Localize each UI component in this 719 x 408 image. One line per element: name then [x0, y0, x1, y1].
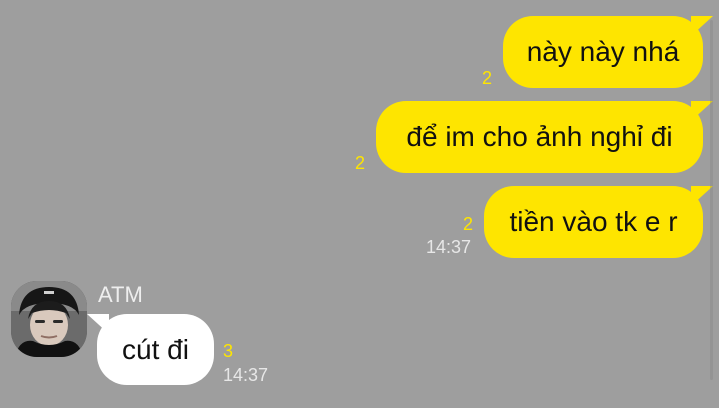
sender-name: ATM	[98, 282, 143, 307]
user-avatar-photo-icon	[11, 281, 87, 357]
chat-message-list[interactable]: này này nhá 2 để im cho ảnh nghỉ đi 2 ti…	[0, 0, 719, 408]
outgoing-message-bubble[interactable]: để im cho ảnh nghỉ đi	[376, 101, 703, 173]
message-timestamp: 14:37	[223, 365, 269, 385]
outgoing-message-bubble[interactable]: tiền vào tk e r	[484, 186, 703, 258]
unread-count: 2	[355, 153, 366, 173]
outgoing-message-bubble[interactable]: này này nhá	[503, 16, 703, 88]
message-text: để im cho ảnh nghỉ đi	[406, 121, 673, 152]
unread-count: 3	[223, 341, 234, 361]
unread-count: 2	[482, 68, 493, 88]
sender-avatar[interactable]	[11, 281, 87, 357]
message-text: tiền vào tk e r	[509, 206, 678, 237]
unread-count: 2	[463, 214, 474, 234]
message-timestamp: 14:37	[426, 237, 472, 257]
scrollbar[interactable]	[710, 20, 713, 380]
incoming-message-bubble[interactable]: cút đi	[97, 314, 214, 385]
message-text: cút đi	[122, 333, 189, 365]
message-text: này này nhá	[526, 36, 680, 67]
